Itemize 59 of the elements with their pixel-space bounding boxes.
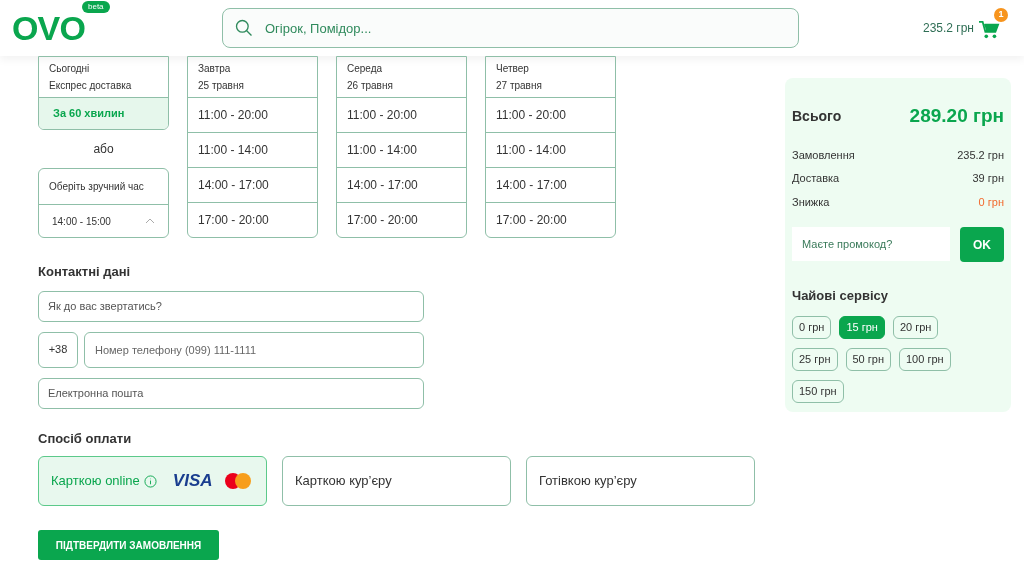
cart-count-badge: 1 [994,8,1008,22]
time-slot[interactable]: 14:00 - 17:00 [486,167,615,202]
name-field[interactable]: Як до вас звертатись? [38,290,424,322]
phone-field[interactable]: Номер телефону (099) 111-1111 [84,331,424,368]
payment-option[interactable]: Карткою online VISA [38,456,267,506]
time-slot[interactable]: 17:00 - 20:00 [188,202,317,237]
time-slot[interactable]: 11:00 - 14:00 [486,132,615,167]
day-label: Четвер [496,62,530,76]
email-field[interactable]: Електронна пошта [38,377,424,409]
payment-option[interactable]: Готівкою кур’єру [526,456,755,506]
cart-total: 235.2 грн [922,20,974,37]
mastercard-icon [224,473,251,489]
summary-value: 0 грн [978,194,1004,210]
promo-code-field[interactable]: Маєте промокод? [792,227,950,261]
express-label: Експрес доставка [49,79,133,93]
tip-option[interactable]: 50 грн [845,347,891,371]
time-slot[interactable]: 17:00 - 20:00 [486,202,615,237]
time-slot[interactable]: 11:00 - 20:00 [486,97,615,132]
time-slot[interactable]: 11:00 - 20:00 [337,97,466,132]
time-slot[interactable]: 11:00 - 14:00 [188,132,317,167]
payment-option[interactable]: Карткою кур’єру [282,456,511,506]
day-label: Сьогодні [49,62,91,76]
time-picker[interactable]: Оберіть зручний час 14:00 - 15:00 [38,168,169,238]
summary-value: 39 грн [972,171,1004,186]
tip-option[interactable]: 0 грн [792,315,832,339]
date-label: 26 травня [347,79,394,93]
tips-title: Чайові сервісу [792,287,889,305]
time-value: 14:00 - 15:00 [52,214,111,229]
info-icon [143,474,157,488]
cart-button[interactable] [978,20,1000,40]
summary-label: Знижка [792,194,830,210]
time-slot[interactable]: 11:00 - 14:00 [337,132,466,167]
search-field[interactable]: Огірок, Помідор... [222,8,799,48]
or-text: або [92,141,115,158]
phone-prefix[interactable]: +38 [38,331,78,368]
total-value: 289.20 грн [909,104,1004,128]
cart-icon [978,20,1000,40]
tip-option[interactable]: 20 грн [892,315,939,339]
beta-badge: beta [82,1,110,13]
date-label: 27 травня [496,79,543,93]
date-label: 25 травня [198,79,245,93]
time-slot[interactable]: 17:00 - 20:00 [337,202,466,237]
time-picker-label: Оберіть зручний час [48,180,145,194]
section-title: Контактні дані [38,263,132,281]
search-icon [234,18,254,38]
visa-logo: VISA [172,470,213,493]
tip-option[interactable]: 100 грн [899,347,951,371]
section-title: Спосіб оплати [38,429,133,448]
day-label: Завтра [198,62,232,76]
time-slot[interactable]: 11:00 - 20:00 [188,97,317,132]
summary-label: Доставка [792,171,840,186]
day-label: Середа [347,62,384,76]
total-label: Всього [792,106,842,126]
summary-value: 235.2 грн [957,147,1004,163]
time-slot[interactable]: 14:00 - 17:00 [188,167,317,202]
time-slot[interactable]: 14:00 - 17:00 [337,167,466,202]
tip-option[interactable]: 25 грн [792,347,838,371]
tip-option[interactable]: 150 грн [792,379,844,403]
summary-label: Замовлення [792,147,855,163]
